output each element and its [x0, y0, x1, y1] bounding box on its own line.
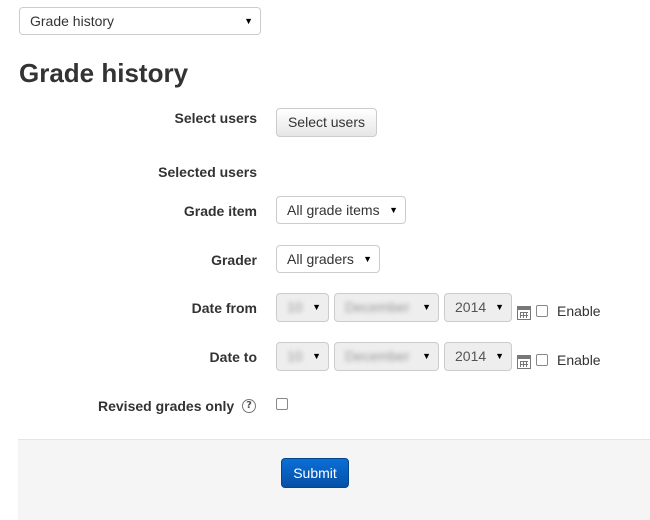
date-from-month-select[interactable]: December ▼ — [334, 293, 439, 322]
chevron-down-icon: ▼ — [312, 351, 321, 361]
select-users-label: Select users — [174, 110, 258, 126]
date-from-year-select[interactable]: 2014 ▼ — [444, 293, 512, 322]
date-to-month-value: December — [345, 348, 410, 364]
report-selector[interactable]: Grade history ▼ — [19, 7, 261, 35]
grader-label: Grader — [211, 252, 257, 268]
chevron-down-icon: ▼ — [422, 351, 431, 361]
chevron-down-icon: ▼ — [312, 302, 321, 312]
date-to-enable-checkbox[interactable] — [536, 354, 548, 366]
grade-item-select[interactable]: All grade items ▼ — [276, 196, 406, 224]
date-from-enable-checkbox[interactable] — [536, 305, 548, 317]
grader-select[interactable]: All graders ▼ — [276, 245, 380, 273]
date-to-day-select[interactable]: 10 ▼ — [276, 342, 329, 371]
date-from-label: Date from — [191, 300, 257, 316]
chevron-down-icon: ▼ — [363, 254, 372, 264]
grader-value: All graders — [287, 251, 354, 267]
revised-grades-checkbox[interactable] — [276, 398, 288, 410]
page-title: Grade history — [19, 58, 189, 88]
chevron-down-icon: ▼ — [389, 205, 398, 215]
help-icon[interactable]: ? — [242, 399, 256, 413]
chevron-down-icon: ▼ — [244, 16, 253, 26]
date-from-enable-label: Enable — [557, 303, 601, 319]
date-to-month-select[interactable]: December ▼ — [334, 342, 439, 371]
grade-item-label: Grade item — [183, 203, 257, 219]
selected-users-label: Selected users — [158, 164, 257, 180]
chevron-down-icon: ▼ — [495, 302, 504, 312]
date-to-enable-label: Enable — [557, 352, 601, 368]
calendar-icon[interactable] — [517, 306, 531, 320]
date-from-day-value: 10 — [287, 299, 303, 315]
date-to-day-value: 10 — [287, 348, 303, 364]
report-selector-value: Grade history — [30, 13, 115, 29]
date-from-day-select[interactable]: 10 ▼ — [276, 293, 329, 322]
date-from-year-value: 2014 — [455, 299, 487, 315]
calendar-icon[interactable] — [517, 355, 531, 369]
grade-item-value: All grade items — [287, 202, 380, 218]
select-users-button[interactable]: Select users — [276, 108, 377, 137]
date-from-month-value: December — [345, 299, 410, 315]
date-to-year-value: 2014 — [455, 348, 487, 364]
chevron-down-icon: ▼ — [495, 351, 504, 361]
date-to-year-select[interactable]: 2014 ▼ — [444, 342, 512, 371]
date-to-label: Date to — [209, 349, 257, 365]
chevron-down-icon: ▼ — [422, 302, 431, 312]
revised-grades-label: Revised grades only — [98, 398, 235, 414]
submit-button[interactable]: Submit — [281, 458, 349, 488]
